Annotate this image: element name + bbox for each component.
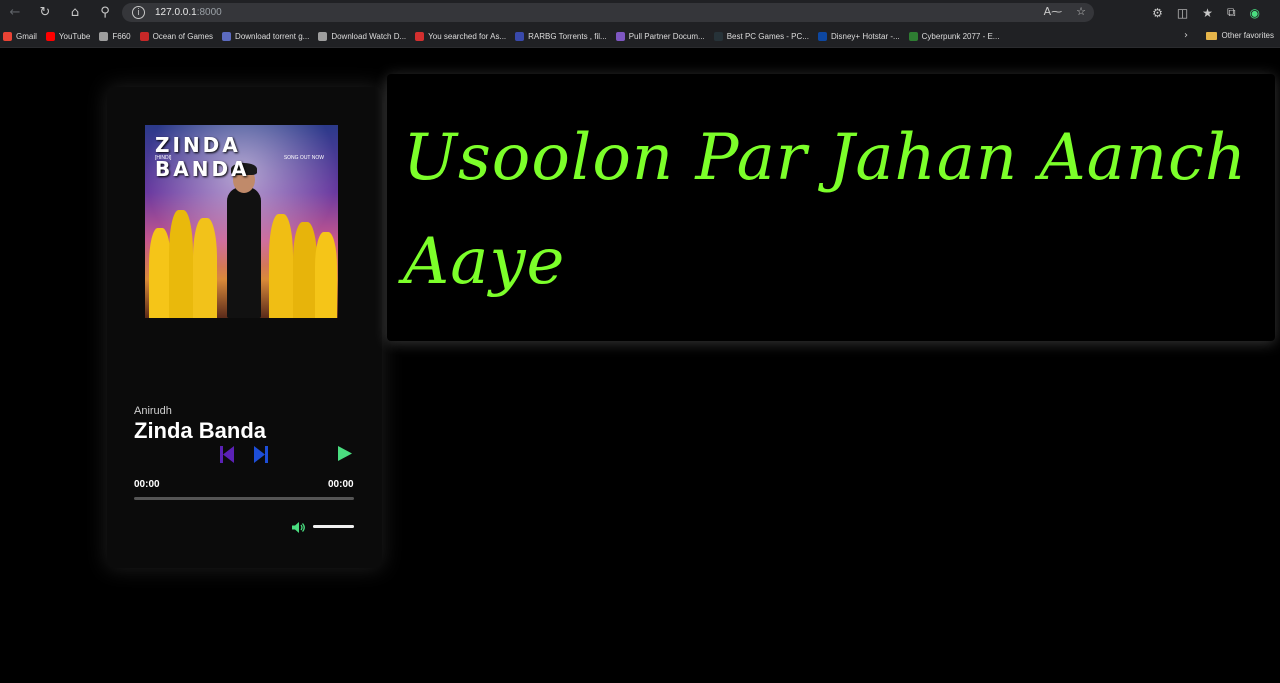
bookmark-label: RARBG Torrents , fil... xyxy=(528,31,607,41)
bookmark-favicon-icon xyxy=(415,31,425,41)
bookmarks-overflow-chevron-icon[interactable]: › xyxy=(1184,30,1188,41)
album-art-language: [HINDI] xyxy=(155,155,172,161)
favorite-star-icon[interactable]: ☆ xyxy=(1076,5,1086,18)
next-track-icon[interactable] xyxy=(254,446,268,463)
bookmark-label: Disney+ Hotstar -... xyxy=(830,31,900,41)
bookmark-favicon-icon xyxy=(222,31,232,41)
collections-icon[interactable]: ⧉ xyxy=(1227,5,1236,20)
music-player-card: ZINDA BANDA [HINDI] SONG OUT NOW Anirudh… xyxy=(107,87,382,568)
extensions-icon[interactable]: ⚙ xyxy=(1152,6,1163,20)
play-icon[interactable] xyxy=(338,446,352,461)
bookmark-favicon-icon xyxy=(908,31,918,41)
bookmark-favicon-icon xyxy=(318,31,328,41)
song-title: Zinda Banda xyxy=(134,418,267,443)
bookmark-label: YouTube xyxy=(58,31,91,41)
browser-toolbar: ← ↻ ⌂ ⚲ i 127.0.0.1:8000 A⁓ ☆ ⚙ ◫ ★ ⧉ ◉ xyxy=(0,0,1280,25)
other-favorites-folder[interactable]: Other favorites xyxy=(1205,31,1274,40)
bookmark-item[interactable]: Best PC Games - PC... xyxy=(713,31,809,41)
artist-name: Anirudh xyxy=(134,405,172,417)
bookmark-label: Best PC Games - PC... xyxy=(726,31,809,41)
refresh-icon[interactable]: ↻ xyxy=(30,0,60,25)
folder-icon xyxy=(1205,31,1217,40)
home-icon[interactable]: ⌂ xyxy=(60,0,90,25)
bookmark-item[interactable]: RARBG Torrents , fil... xyxy=(515,31,607,41)
site-info-icon[interactable]: i xyxy=(132,6,145,19)
profile-icon[interactable]: ◉ xyxy=(1250,6,1260,20)
bookmark-item[interactable]: Disney+ Hotstar -... xyxy=(817,31,900,41)
lyric-line: Usoolon Par Jahan Aanch Aaye xyxy=(403,121,1248,299)
bookmark-item[interactable]: Ocean of Games xyxy=(139,31,214,41)
bookmark-label: Download torrent g... xyxy=(235,31,310,41)
bookmark-label: You searched for As... xyxy=(428,31,507,41)
bookmark-item[interactable]: F660 xyxy=(99,31,131,41)
bookmark-item[interactable]: Download torrent g... xyxy=(222,31,310,41)
favorites-icon[interactable]: ★ xyxy=(1202,6,1213,20)
previous-track-icon[interactable] xyxy=(220,446,234,463)
album-art-tagline: SONG OUT NOW xyxy=(283,155,324,161)
search-icon[interactable]: ⚲ xyxy=(90,0,120,25)
bookmark-item[interactable]: Gmail xyxy=(3,31,37,41)
bookmark-label: Gmail xyxy=(16,31,37,41)
volume-slider[interactable] xyxy=(313,525,354,528)
bookmark-favicon-icon xyxy=(817,31,827,41)
bookmark-favicon-icon xyxy=(3,31,12,41)
current-time: 00:00 xyxy=(134,479,160,490)
duration: 00:00 xyxy=(328,479,354,490)
bookmark-favicon-icon xyxy=(99,31,109,41)
bookmark-label: Download Watch D... xyxy=(331,31,407,41)
album-art: ZINDA BANDA [HINDI] SONG OUT NOW xyxy=(145,125,338,318)
url-host: 127.0.0.1 xyxy=(155,7,197,18)
bookmark-label: Cyberpunk 2077 - E... xyxy=(921,31,1000,41)
volume-level xyxy=(313,525,354,528)
address-bar[interactable]: i 127.0.0.1:8000 A⁓ ☆ xyxy=(122,3,1094,22)
read-aloud-icon[interactable]: A⁓ xyxy=(1044,5,1063,18)
bookmark-favicon-icon xyxy=(515,31,525,41)
bookmark-item[interactable]: Pull Partner Docum... xyxy=(615,31,705,41)
url-port: :8000 xyxy=(196,7,222,18)
bookmark-label: F660 xyxy=(112,31,131,41)
bookmark-favicon-icon xyxy=(713,31,723,41)
volume-icon[interactable] xyxy=(292,522,306,533)
bookmark-favicon-icon xyxy=(45,31,55,41)
bookmark-item[interactable]: Cyberpunk 2077 - E... xyxy=(908,31,1000,41)
bookmark-favicon-icon xyxy=(139,31,149,41)
split-screen-icon[interactable]: ◫ xyxy=(1177,6,1188,20)
seek-bar[interactable] xyxy=(134,497,354,500)
bookmarks-bar: Gmail YouTube F660 Ocean of Games Download t… xyxy=(0,25,1280,48)
other-favorites-label: Other favorites xyxy=(1221,31,1274,40)
bookmark-item[interactable]: YouTube xyxy=(45,31,91,41)
bookmark-label: Ocean of Games xyxy=(152,31,214,41)
lyrics-panel: Usoolon Par Jahan Aanch Aaye xyxy=(387,74,1275,341)
bookmark-item[interactable]: Download Watch D... xyxy=(318,31,407,41)
bookmark-item[interactable]: You searched for As... xyxy=(415,31,507,41)
bookmark-label: Pull Partner Docum... xyxy=(628,31,705,41)
bookmark-favicon-icon xyxy=(615,31,625,41)
back-icon[interactable]: ← xyxy=(0,0,30,25)
